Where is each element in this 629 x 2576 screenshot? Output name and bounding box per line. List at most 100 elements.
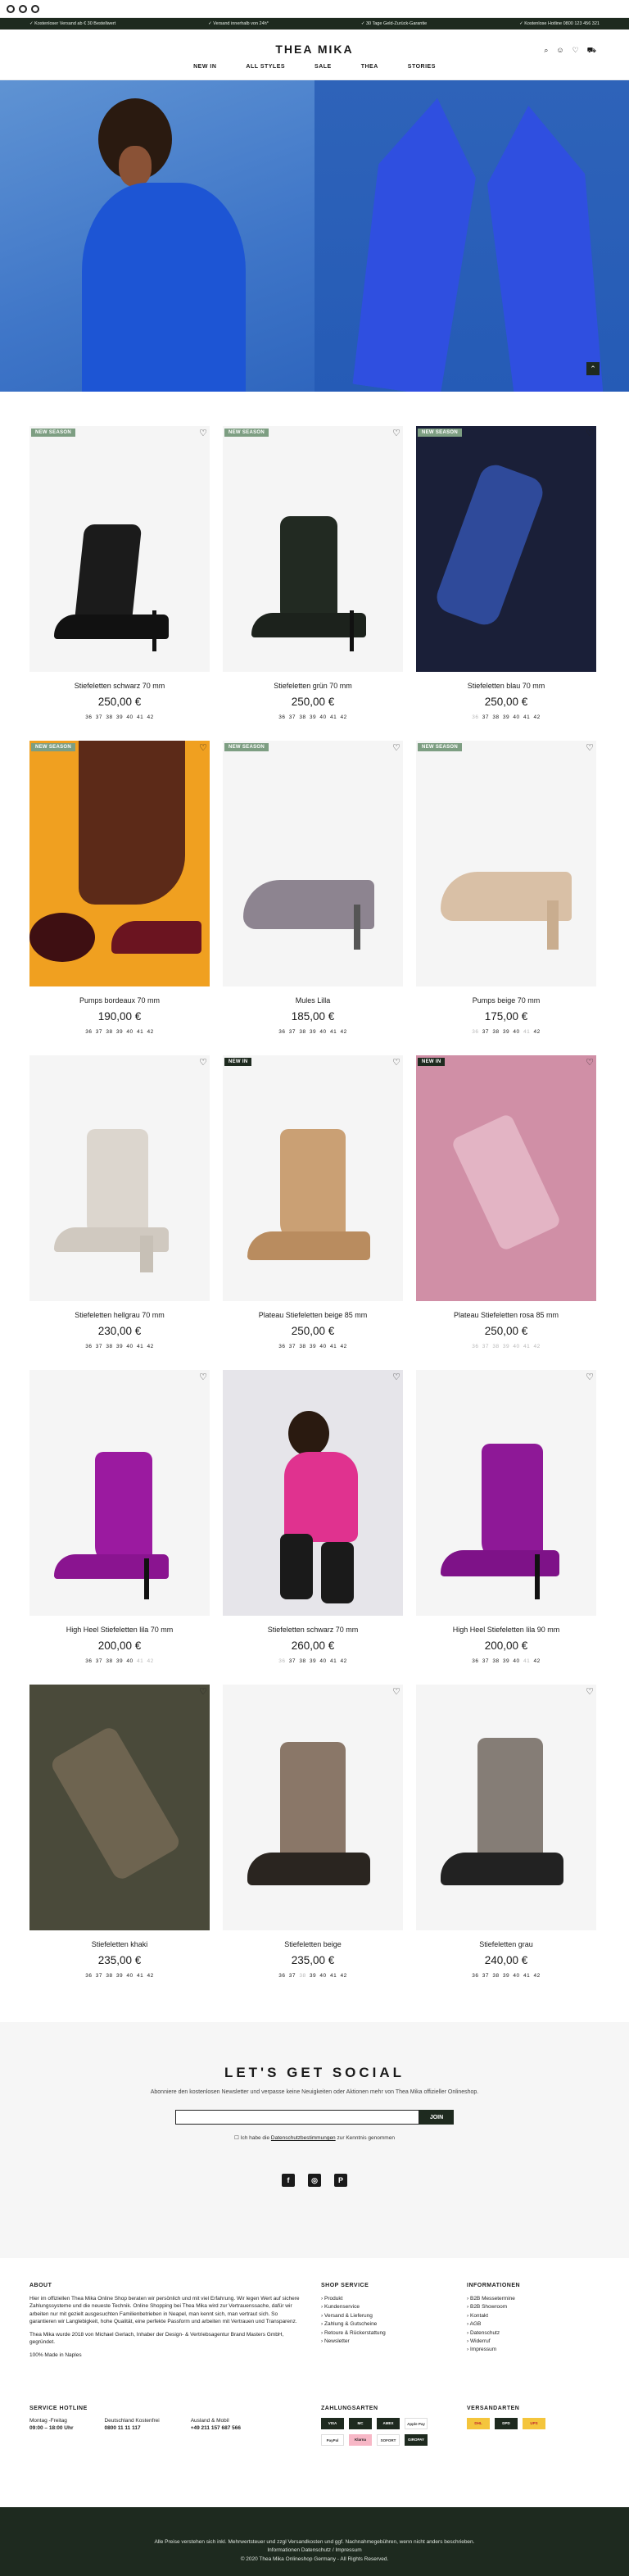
wishlist-heart-icon[interactable]: ♡ [392,428,400,438]
product-card[interactable]: ♡ Stiefeletten beige 235,00 € 36 37 38 3… [223,1685,403,1999]
product-card[interactable]: ♡ Stiefeletten khaki 235,00 € 36 37 38 3… [29,1685,210,1999]
size-option[interactable]: 36 [85,1344,92,1349]
size-option[interactable]: 38 [299,714,305,720]
account-icon[interactable]: ☺ [556,46,563,56]
window-minimize-icon[interactable] [19,4,27,13]
footer-link[interactable]: Zahlung & Gutscheine [321,2320,444,2329]
size-option[interactable]: 37 [96,714,102,720]
size-option[interactable]: 40 [513,1029,519,1035]
product-image[interactable]: NEW SEASON ♡ [416,741,596,986]
scroll-up-icon[interactable]: ⌃ [586,362,600,375]
size-option[interactable]: 36 [278,714,285,720]
size-option[interactable]: 39 [503,714,509,720]
product-name[interactable]: High Heel Stiefeletten lila 70 mm [29,1626,210,1634]
product-card[interactable]: NEW SEASON ♡ Stiefeletten schwarz 70 mm … [29,426,210,741]
product-name[interactable]: Stiefeletten beige [223,1940,403,1948]
product-card[interactable]: ♡ Stiefeletten grau 240,00 € 36 37 38 39… [416,1685,596,1999]
size-option[interactable]: 40 [319,714,326,720]
product-card[interactable]: NEW SEASON ♡ Stiefeletten blau 70 mm 250… [416,426,596,741]
product-name[interactable]: Stiefeletten khaki [29,1940,210,1948]
size-option[interactable]: 42 [341,1344,347,1349]
size-option[interactable]: 39 [310,1029,316,1035]
size-option[interactable]: 38 [299,1658,305,1664]
footer-link[interactable]: Datenschutz [467,2329,598,2338]
size-option[interactable]: 37 [96,1658,102,1664]
size-option[interactable]: 40 [126,1029,133,1035]
size-option[interactable]: 39 [503,1029,509,1035]
product-image[interactable]: NEW SEASON ♡ [29,426,210,672]
size-option[interactable]: 40 [513,1973,519,1979]
product-image[interactable]: NEW SEASON ♡ [223,741,403,986]
size-option[interactable]: 39 [310,1344,316,1349]
product-name[interactable]: Pumps bordeaux 70 mm [29,996,210,1005]
size-option[interactable]: 41 [137,714,143,720]
product-name[interactable]: Stiefeletten grau [416,1940,596,1948]
footer-link[interactable]: Kundenservice [321,2303,444,2311]
size-option[interactable]: 40 [126,1344,133,1349]
footer-link[interactable]: Impressum [467,2346,598,2354]
product-card[interactable]: ♡ High Heel Stiefeletten lila 70 mm 200,… [29,1370,210,1685]
product-name[interactable]: Stiefeletten blau 70 mm [416,682,596,690]
size-option[interactable]: 41 [330,1344,337,1349]
wishlist-heart-icon[interactable]: ♡ [199,1686,207,1697]
size-option[interactable]: 38 [106,1973,112,1979]
size-option[interactable]: 39 [116,1658,123,1664]
size-option[interactable]: 38 [492,1029,499,1035]
size-option[interactable]: 41 [330,1658,337,1664]
product-image[interactable]: ♡ [416,1685,596,1930]
instagram-icon[interactable]: ◎ [308,2174,321,2187]
abroad-phone[interactable]: +49 211 157 687 566 [191,2425,241,2431]
size-option[interactable]: 36 [85,1029,92,1035]
size-option[interactable]: 37 [289,1344,296,1349]
product-image[interactable]: NEW SEASON ♡ [29,741,210,986]
product-card[interactable]: ♡ Stiefeletten schwarz 70 mm 260,00 € 36… [223,1370,403,1685]
size-option[interactable]: 36 [85,714,92,720]
size-option[interactable]: 37 [96,1029,102,1035]
size-option[interactable]: 42 [147,714,154,720]
footer-link[interactable]: Versand & Lieferung [321,2312,444,2320]
size-option[interactable]: 42 [341,1029,347,1035]
wishlist-heart-icon[interactable]: ♡ [586,1057,594,1068]
product-image[interactable]: NEW SEASON ♡ [416,426,596,672]
hero-banner[interactable]: ⌃ [0,80,629,392]
size-option[interactable]: 36 [472,1973,478,1979]
window-maximize-icon[interactable] [31,4,39,13]
size-option[interactable]: 38 [299,1344,305,1349]
wishlist-heart-icon[interactable]: ♡ [199,1057,207,1068]
size-option[interactable]: 41 [330,1029,337,1035]
footer-link[interactable]: B2B Messetermine [467,2295,598,2303]
pinterest-icon[interactable]: P [334,2174,347,2187]
footer-link[interactable]: Retoure & Rückerstattung [321,2329,444,2338]
size-option[interactable]: 40 [513,714,519,720]
wishlist-heart-icon[interactable]: ♡ [392,1372,400,1382]
privacy-policy-link[interactable]: Datenschutzbestimmungen [271,2135,336,2141]
nav-item-thea[interactable]: THEA [361,64,378,70]
product-image[interactable]: ♡ [29,1685,210,1930]
product-name[interactable]: Plateau Stiefeletten rosa 85 mm [416,1311,596,1319]
nav-item-stories[interactable]: STORIES [408,64,436,70]
product-card[interactable]: NEW IN ♡ Plateau Stiefeletten rosa 85 mm… [416,1055,596,1370]
window-close-icon[interactable] [7,4,15,13]
product-name[interactable]: Stiefeletten hellgrau 70 mm [29,1311,210,1319]
wishlist-heart-icon[interactable]: ♡ [586,428,594,438]
size-option[interactable]: 40 [319,1029,326,1035]
product-image[interactable]: ♡ [223,1370,403,1616]
product-name[interactable]: Mules Lilla [223,996,403,1005]
size-option[interactable]: 37 [482,714,489,720]
size-option[interactable]: 41 [330,1973,337,1979]
newsletter-join-button[interactable]: JOIN [419,2110,454,2125]
size-option[interactable]: 39 [503,1658,509,1664]
size-option[interactable]: 37 [96,1973,102,1979]
footer-link[interactable]: Widerruf [467,2338,598,2346]
size-option[interactable]: 41 [523,1973,530,1979]
size-option[interactable]: 37 [482,1658,489,1664]
size-option[interactable]: 39 [116,1029,123,1035]
cart-icon[interactable]: ⛟ [587,46,596,56]
product-name[interactable]: Plateau Stiefeletten beige 85 mm [223,1311,403,1319]
size-option[interactable]: 38 [492,1973,499,1979]
size-option[interactable]: 36 [278,1973,285,1979]
size-option[interactable]: 42 [147,1973,154,1979]
product-image[interactable]: NEW SEASON ♡ [223,426,403,672]
germany-phone[interactable]: 0800 11 11 117 [104,2425,159,2431]
size-option[interactable]: 39 [116,714,123,720]
